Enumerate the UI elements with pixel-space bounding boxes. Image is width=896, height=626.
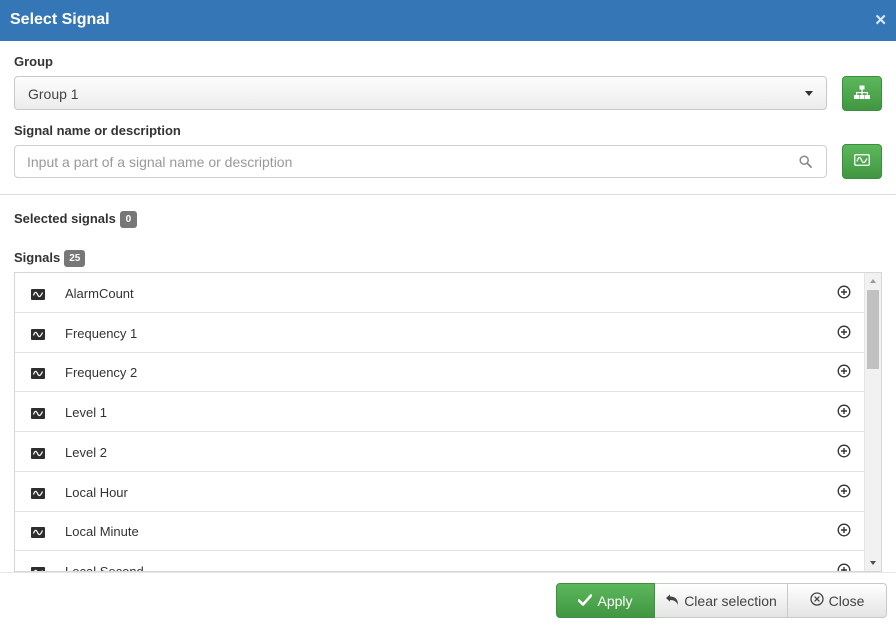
group-select[interactable]: Group 1 [14, 76, 827, 110]
section-divider [0, 194, 896, 195]
footer-divider [0, 572, 896, 573]
signal-name: Local Hour [65, 484, 128, 500]
hierarchy-icon [854, 85, 870, 103]
signal-name: Frequency 1 [65, 325, 138, 341]
signal-name: Local Second [65, 563, 144, 572]
add-circle-icon[interactable] [837, 484, 851, 501]
signal-wave-icon [31, 526, 45, 541]
signals-count-badge: 25 [64, 250, 86, 267]
signal-search [14, 145, 827, 178]
signal-wave-icon [31, 447, 45, 462]
signal-row[interactable]: Local Hour [15, 472, 865, 512]
signal-wave-icon [854, 154, 870, 169]
signal-wave-icon [31, 288, 45, 303]
footer-buttons: Apply Clear selection Close [556, 583, 887, 618]
scroll-up-arrow[interactable] [870, 279, 876, 283]
signal-name: Local Minute [65, 524, 139, 540]
signal-wave-icon [31, 407, 45, 422]
selected-signals-label: Selected signals [14, 211, 116, 226]
check-icon [578, 593, 593, 609]
signal-wave-icon [31, 487, 45, 502]
undo-arrow-icon [665, 593, 679, 609]
dialog-header: Select Signal ✕ [0, 0, 896, 41]
chevron-down-icon [805, 91, 813, 96]
selected-signals-header: Selected signals 0 [14, 211, 137, 228]
signal-row[interactable]: Level 2 [15, 432, 865, 472]
signal-wave-icon [31, 367, 45, 382]
close-button[interactable]: Close [788, 583, 887, 618]
dialog-title: Select Signal [10, 11, 110, 28]
add-circle-icon[interactable] [837, 364, 851, 381]
signal-name: Level 2 [65, 444, 107, 460]
group-tree-button[interactable] [842, 76, 882, 111]
signal-list: AlarmCount Frequency 1 Frequency 2 Level 1 L… [14, 272, 882, 572]
signal-wave-icon [31, 328, 45, 343]
signal-row[interactable]: AlarmCount [15, 273, 865, 313]
circle-x-icon [809, 592, 824, 609]
clear-selection-button[interactable]: Clear selection [655, 583, 788, 618]
add-circle-icon[interactable] [837, 325, 851, 342]
signal-name: Frequency 2 [65, 365, 138, 381]
signal-filter-button[interactable] [842, 144, 882, 179]
signal-row[interactable]: Frequency 1 [15, 313, 865, 353]
signal-name: AlarmCount [65, 286, 134, 301]
group-label: Group [14, 54, 53, 69]
add-circle-icon[interactable] [837, 285, 851, 302]
search-input[interactable] [27, 146, 787, 177]
close-label: Close [828, 592, 865, 609]
signal-row[interactable]: Frequency 2 [15, 352, 865, 393]
scroll-down-arrow[interactable] [870, 561, 876, 565]
signals-header: Signals 25 [14, 250, 86, 267]
add-circle-icon[interactable] [837, 404, 851, 421]
apply-button[interactable]: Apply [556, 583, 655, 618]
add-circle-icon[interactable] [837, 444, 851, 461]
signal-name: Level 1 [65, 405, 107, 421]
signal-row[interactable]: Local Second [15, 551, 865, 572]
apply-label: Apply [597, 592, 633, 609]
clear-selection-label: Clear selection [684, 592, 777, 609]
search-icon [799, 155, 812, 171]
signal-row[interactable]: Level 1 [15, 392, 865, 433]
close-icon[interactable]: ✕ [874, 12, 887, 30]
scrollbar-thumb[interactable] [867, 290, 879, 369]
group-select-value: Group 1 [28, 86, 79, 102]
search-label: Signal name or description [14, 123, 181, 138]
add-circle-icon[interactable] [837, 523, 851, 540]
signal-row[interactable]: Local Minute [15, 511, 865, 552]
scrollbar[interactable] [864, 273, 881, 571]
add-circle-icon[interactable] [837, 563, 851, 571]
signals-label: Signals [14, 250, 61, 265]
selected-count-badge: 0 [119, 211, 137, 228]
